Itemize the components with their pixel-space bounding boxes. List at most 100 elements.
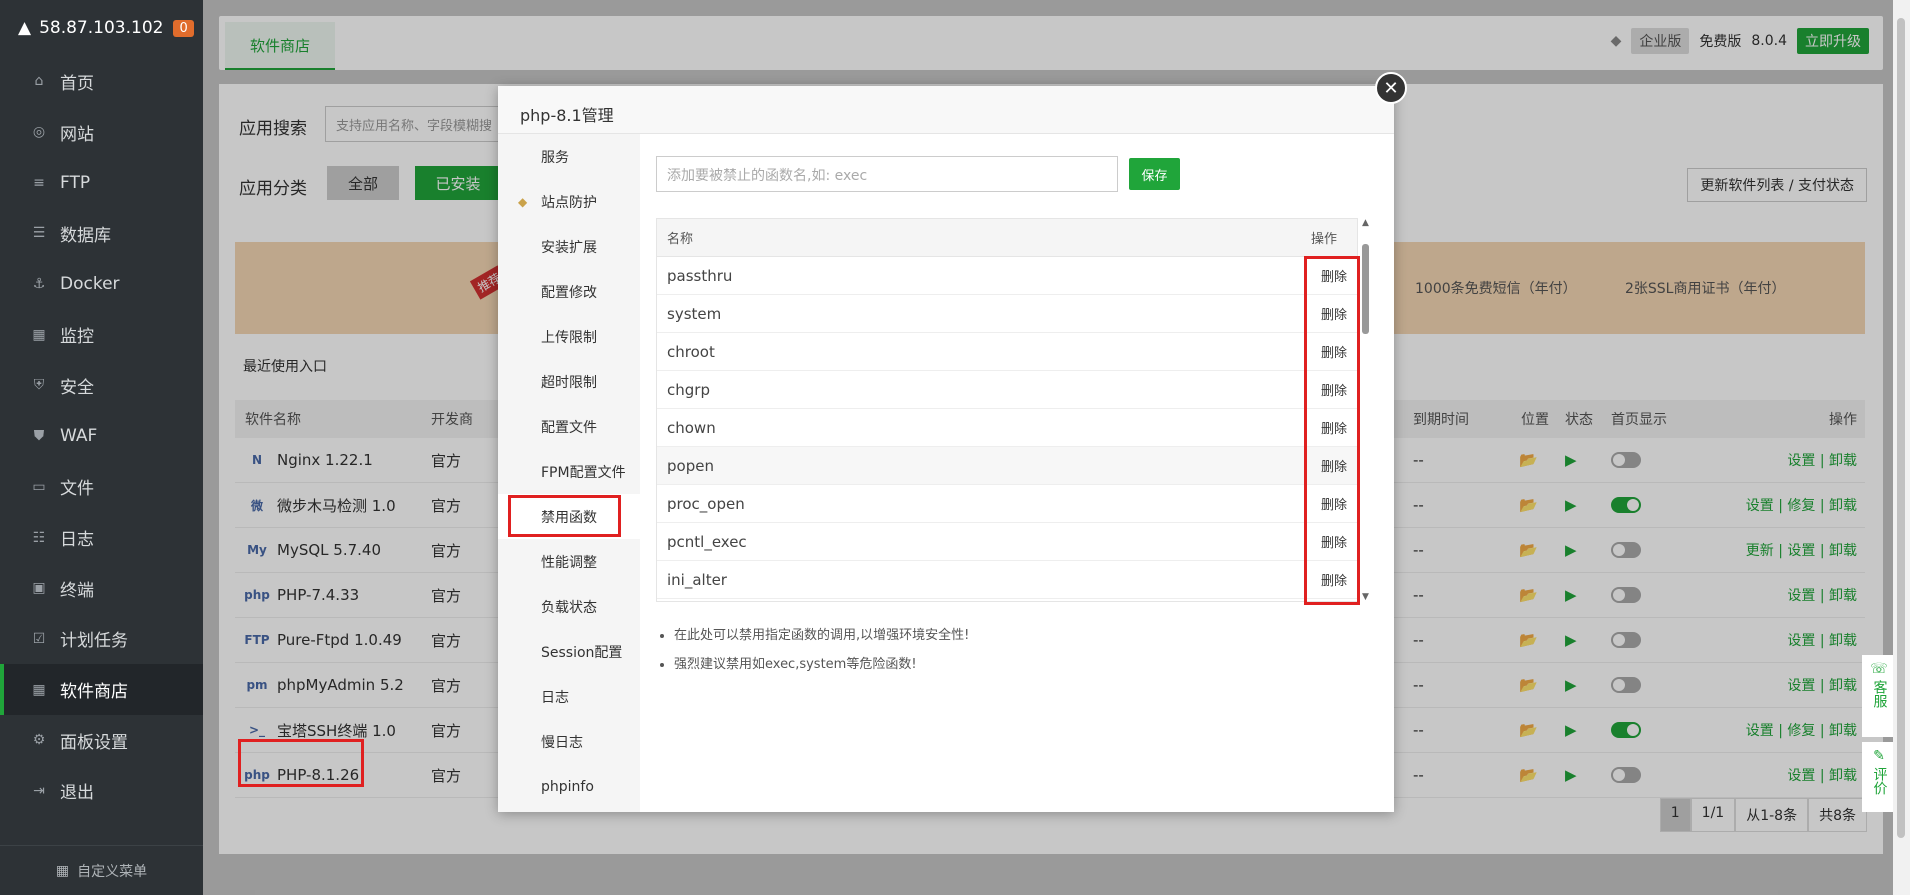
modal-nav-label: 站点防护 [541, 194, 597, 211]
scroll-down-icon[interactable]: ▼ [1362, 592, 1369, 602]
sidebar-item-13[interactable]: ⚙ 面板设置 [0, 715, 203, 766]
modal-nav-item[interactable]: phpinfo [498, 764, 640, 809]
scroll-up-icon[interactable]: ▲ [1362, 218, 1369, 228]
notification-badge[interactable]: 0 [173, 19, 194, 37]
functions-scroll-thumb[interactable] [1362, 244, 1369, 334]
sidebar-item-5[interactable]: ▦ 监控 [0, 309, 203, 360]
task-icon: ☑ [32, 630, 46, 647]
service-label: 客服 [1871, 680, 1888, 708]
custom-menu-button[interactable]: ▦ 自定义菜单 [0, 845, 203, 895]
modal-nav-item[interactable]: FPM配置文件 [498, 449, 640, 494]
sidebar-item-label: 退出 [60, 783, 94, 804]
sidebar-item-14[interactable]: ⇥ 退出 [0, 766, 203, 817]
modal-nav-item[interactable]: 日志 [498, 674, 640, 719]
modal-title: php-8.1管理 [498, 86, 1394, 134]
logout-icon: ⇥ [33, 782, 45, 799]
function-row: passthru 删除 [657, 257, 1357, 295]
modal-nav-label: FPM配置文件 [541, 464, 626, 481]
store-icon: ▦ [32, 681, 46, 698]
review-label: 评价 [1871, 767, 1888, 795]
sidebar-item-label: FTP [60, 172, 91, 193]
modal-nav-label: 日志 [541, 689, 569, 706]
modal-nav-label: 配置修改 [541, 284, 597, 301]
grid-icon: ▦ [55, 862, 70, 879]
sidebar-item-7[interactable]: ⛊ WAF [0, 411, 203, 462]
highlight-delete-column [1304, 256, 1360, 605]
function-name: popen [667, 456, 714, 475]
modal-nav-item[interactable]: 配置修改 [498, 269, 640, 314]
modal-nav-label: 性能调整 [541, 554, 597, 571]
function-row: pcntl_exec 删除 [657, 523, 1357, 561]
php-manager-modal: php-8.1管理 服务 ◆ 站点防护安装扩展配置修改上传限制超时限制配置文件 FPM… [498, 86, 1394, 812]
sidebar-item-label: Docker [60, 274, 120, 295]
sidebar-item-0[interactable]: ⌂ 首页 [0, 56, 203, 107]
modal-nav-item[interactable]: Session配置 [498, 629, 640, 674]
settings-icon: ⚙ [32, 732, 46, 749]
functions-header: 名称 操作 [657, 219, 1357, 257]
save-button[interactable]: 保存 [1129, 158, 1180, 190]
sidebar-item-6[interactable]: ⛨ 安全 [0, 360, 203, 411]
sidebar-item-4[interactable]: ⚓ Docker [0, 259, 203, 310]
customer-service-button[interactable]: ☏ 客服 [1862, 655, 1896, 737]
sidebar-item-12[interactable]: ▦ 软件商店 [0, 664, 203, 715]
highlight-nav-disabled-functions [508, 495, 621, 537]
monitor-icon: ▦ [32, 326, 46, 343]
modal-nav-label: phpinfo [541, 778, 594, 795]
database-icon: ☰ [32, 225, 46, 242]
sidebar-item-11[interactable]: ☑ 计划任务 [0, 614, 203, 665]
review-button[interactable]: ✎ 评价 [1862, 742, 1896, 812]
close-icon[interactable]: ✕ [1375, 72, 1407, 104]
function-name: chown [667, 418, 716, 437]
function-name-input[interactable]: 添加要被禁止的函数名,如: exec [656, 156, 1118, 192]
sidebar-item-label: 计划任务 [60, 631, 128, 652]
home-icon: ⌂ [34, 73, 44, 90]
modal-nav-label: Session配置 [541, 644, 623, 661]
server-header: ▲ 58.87.103.102 0 [0, 0, 203, 56]
sidebar-item-label: 面板设置 [60, 732, 128, 753]
sidebar-item-label: 数据库 [60, 225, 111, 246]
modal-nav-label: 安装扩展 [541, 239, 597, 256]
modal-nav-item[interactable]: 安装扩展 [498, 224, 640, 269]
note-1: 在此处可以禁用指定函数的调用,以增强环境安全性! [674, 624, 969, 643]
function-name: system [667, 304, 722, 323]
modal-nav-label: 慢日志 [541, 734, 583, 751]
sidebar-item-9[interactable]: ☷ 日志 [0, 512, 203, 563]
modal-nav-label: 超时限制 [541, 374, 597, 391]
function-name: proc_open [667, 494, 745, 513]
server-ip: 58.87.103.102 [39, 18, 164, 38]
sidebar-item-label: WAF [60, 426, 98, 447]
modal-nav-item[interactable]: ◆ 站点防护 [498, 179, 640, 224]
sidebar-item-label: 首页 [60, 73, 94, 94]
modal-nav: 服务 ◆ 站点防护 安装扩展 配置修改 上传限制 超时限制 配置文件 FPM配置文件 禁用函数 性能… [498, 134, 640, 812]
sidebar-item-1[interactable]: ◎ 网站 [0, 107, 203, 158]
sidebar-item-10[interactable]: ▣ 终端 [0, 563, 203, 614]
page-scroll-thumb[interactable] [1897, 18, 1905, 838]
custom-menu-label: 自定义菜单 [77, 863, 148, 880]
sidebar-item-label: 监控 [60, 327, 94, 348]
sidebar-item-label: 文件 [60, 479, 94, 500]
sidebar-item-8[interactable]: ▭ 文件 [0, 462, 203, 513]
waf-icon: ⛊ [33, 428, 45, 445]
server-icon: ▲ [18, 18, 32, 38]
function-row: chgrp 删除 [657, 371, 1357, 409]
sidebar-item-2[interactable]: ≡ FTP [0, 157, 203, 208]
modal-nav-item[interactable]: 服务 [498, 134, 640, 179]
modal-nav-item[interactable]: 超时限制 [498, 359, 640, 404]
ftp-icon: ≡ [33, 174, 45, 191]
function-name: chgrp [667, 380, 710, 399]
modal-nav-item[interactable]: 上传限制 [498, 314, 640, 359]
modal-nav-item[interactable]: 配置文件 [498, 404, 640, 449]
function-name: chroot [667, 342, 715, 361]
sidebar: ▲ 58.87.103.102 0 ⌂ 首页 ◎ 网站 ≡ FTP ☰ 数据库 ⚓ Docker ▦… [0, 0, 203, 895]
function-row: ini_alter 删除 [657, 561, 1357, 599]
modal-nav-item[interactable]: 性能调整 [498, 539, 640, 584]
disabled-functions-panel: 添加要被禁止的函数名,如: exec 保存 名称 操作 passthru 删除 … [640, 134, 1394, 812]
function-row: popen 删除 [657, 447, 1357, 485]
page-scrollbar[interactable] [1893, 0, 1910, 895]
modal-nav-label: 配置文件 [541, 419, 597, 436]
modal-nav-item[interactable]: 慢日志 [498, 719, 640, 764]
col-function-name: 名称 [667, 232, 694, 247]
sidebar-item-label: 日志 [60, 530, 94, 551]
modal-nav-item[interactable]: 负载状态 [498, 584, 640, 629]
sidebar-item-3[interactable]: ☰ 数据库 [0, 208, 203, 259]
